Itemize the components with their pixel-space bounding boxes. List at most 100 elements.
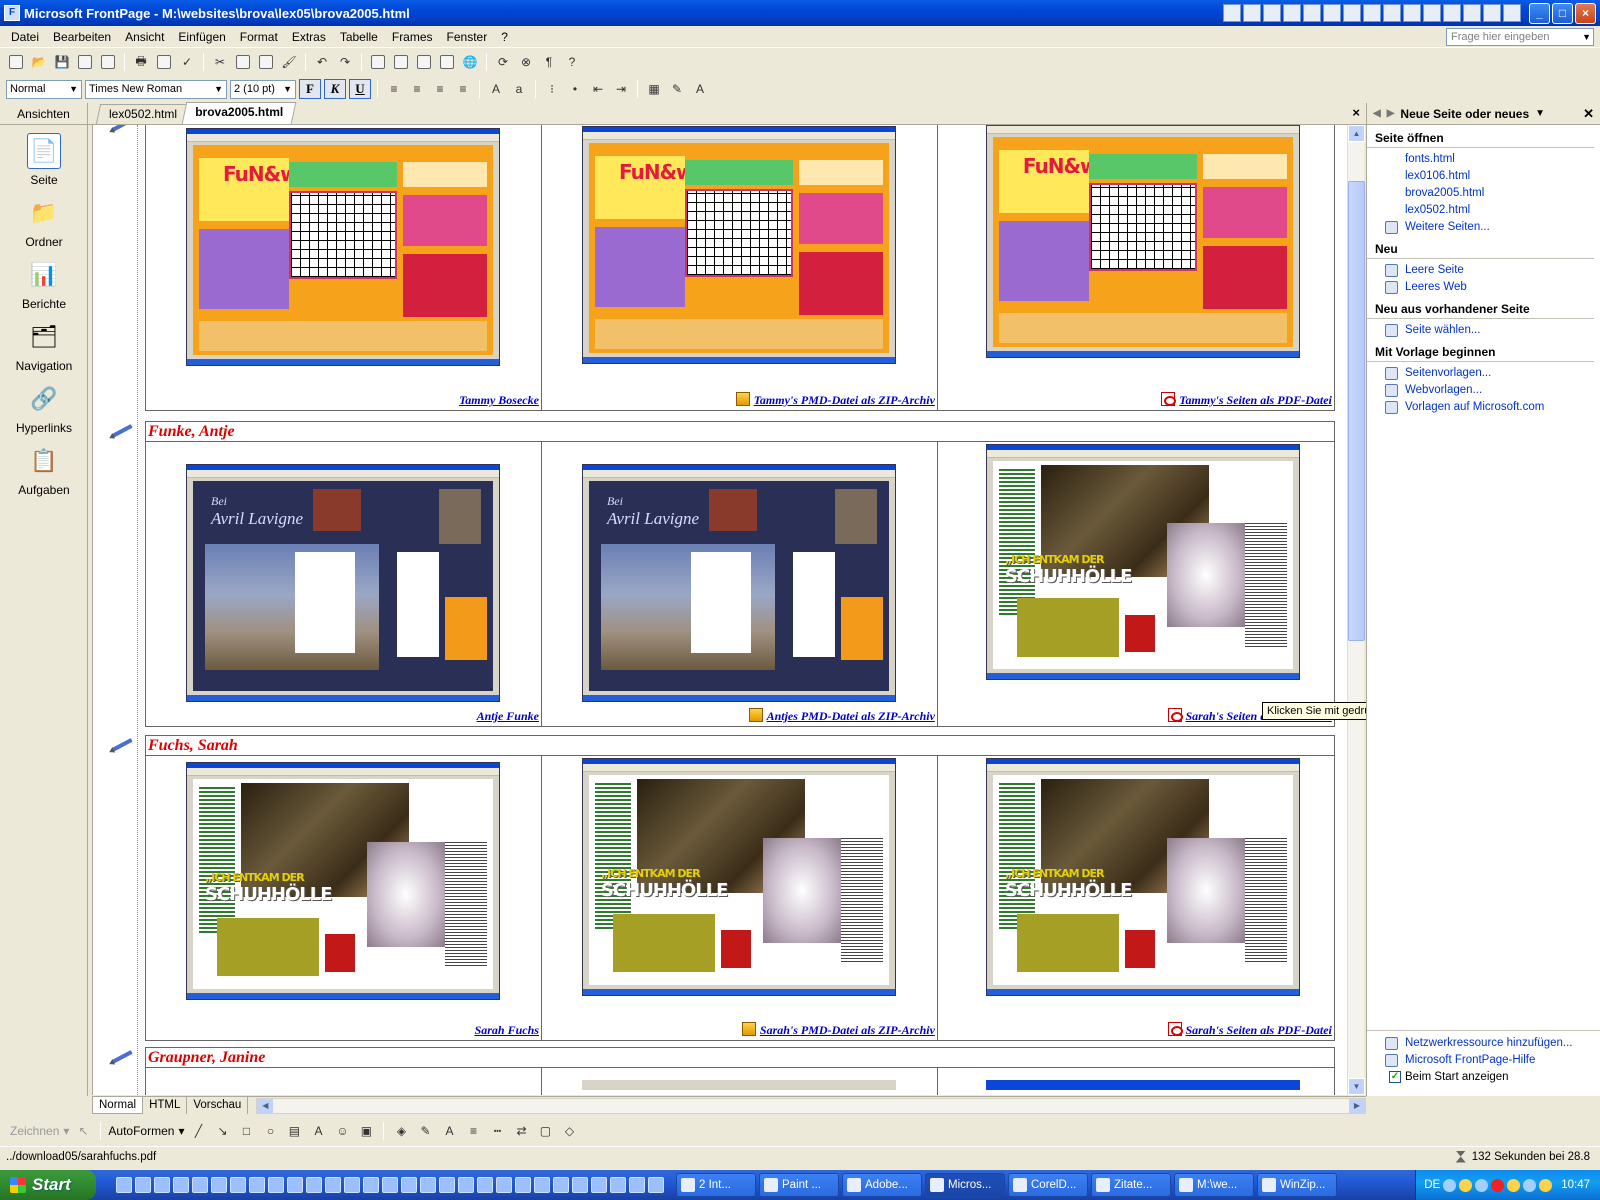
menu-help[interactable]: ? bbox=[494, 30, 515, 44]
select-objects-icon[interactable]: ↖ bbox=[73, 1121, 93, 1141]
bullets-icon[interactable]: • bbox=[565, 79, 585, 99]
increase-indent-icon[interactable]: ⇥ bbox=[611, 79, 631, 99]
pdf-download-link[interactable]: Sarah's Seiten als PDF-Datei bbox=[1167, 1022, 1332, 1038]
bold-button[interactable]: F bbox=[299, 79, 321, 99]
task-pane-link[interactable]: Seitenvorlagen... bbox=[1367, 365, 1600, 382]
scroll-up-icon[interactable]: ▲ bbox=[1348, 125, 1365, 142]
avril-thumbnail[interactable]: Bei Avril Lavigne bbox=[581, 464, 896, 702]
menu-bearbeiten[interactable]: Bearbeiten bbox=[46, 30, 118, 44]
frontpage-icon[interactable] bbox=[1503, 4, 1521, 22]
start-button[interactable]: Start bbox=[0, 1170, 96, 1200]
table-cell[interactable]: „ICH ENTKAM DER SCHUHHÖLLE Sarah's Seiten … bbox=[938, 756, 1334, 1040]
borders-icon[interactable]: ▦ bbox=[644, 79, 664, 99]
spelling-icon[interactable]: ✓ bbox=[177, 52, 197, 72]
table-cell[interactable]: FuN&wiN! Tammy's PMD-Datei als ZIP-Archiv bbox=[542, 125, 938, 410]
autoshapes-menu[interactable]: AutoFormen bbox=[108, 1124, 174, 1138]
antivirus-icon[interactable] bbox=[1491, 1178, 1505, 1192]
quicklaunch-icon[interactable] bbox=[572, 1177, 588, 1193]
taskbar-button[interactable]: Zitate... bbox=[1091, 1173, 1171, 1197]
scroll-right-icon[interactable]: ▶ bbox=[1349, 1098, 1365, 1113]
quicklaunch-icon[interactable] bbox=[211, 1177, 227, 1193]
task-pane-link[interactable]: Webvorlagen... bbox=[1367, 382, 1600, 399]
tab-brova2005[interactable]: brova2005.html bbox=[181, 102, 297, 124]
font-color-icon[interactable]: A bbox=[690, 79, 710, 99]
student-page-link[interactable]: Antje Funke bbox=[477, 709, 539, 724]
quicklaunch-icon[interactable] bbox=[363, 1177, 379, 1193]
font-select[interactable]: Times New Roman ▼ bbox=[85, 79, 227, 99]
view-seite[interactable]: 📄 Seite bbox=[0, 133, 88, 187]
schuhhoelle-thumbnail[interactable]: „ICH ENTKAM DER SCHUHHÖLLE bbox=[581, 758, 896, 996]
taskbar-button[interactable]: WinZip... bbox=[1257, 1173, 1337, 1197]
app-icon-1[interactable] bbox=[1223, 4, 1241, 22]
task-pane-link[interactable]: fonts.html bbox=[1367, 151, 1600, 168]
taskbar-button[interactable]: CorelD... bbox=[1008, 1173, 1088, 1197]
excel-icon[interactable] bbox=[1423, 4, 1441, 22]
task-pane-link[interactable]: Vorlagen auf Microsoft.com bbox=[1367, 399, 1600, 416]
wordart-icon[interactable]: A bbox=[308, 1121, 328, 1141]
paste-icon[interactable] bbox=[256, 52, 276, 72]
font-size-select[interactable]: 2 (10 pt) ▼ bbox=[230, 79, 296, 99]
table-cell[interactable]: „ICH ENTKAM DER SCHUHHÖLLE Sarah's PMD-Dat… bbox=[542, 756, 938, 1040]
new-page-icon[interactable] bbox=[6, 52, 26, 72]
chevron-down-icon[interactable]: ▾ bbox=[178, 1124, 184, 1138]
word-icon[interactable] bbox=[1403, 4, 1421, 22]
edit-pencil-icon[interactable] bbox=[109, 739, 135, 751]
textbox-icon[interactable]: ▤ bbox=[284, 1121, 304, 1141]
funwin-thumbnail[interactable]: FuN&wiN! bbox=[581, 126, 896, 364]
dash-style-icon[interactable]: ┅ bbox=[487, 1121, 507, 1141]
table-cell[interactable]: „ICH ENTKAM DER SCHUHHÖLLE Sarah's Seiten … bbox=[938, 442, 1334, 726]
menu-tabelle[interactable]: Tabelle bbox=[333, 30, 385, 44]
quicklaunch-icon[interactable] bbox=[515, 1177, 531, 1193]
close-button[interactable]: × bbox=[1575, 2, 1596, 24]
quicklaunch-icon[interactable] bbox=[420, 1177, 436, 1193]
chevron-down-icon[interactable]: ▼ bbox=[214, 81, 223, 98]
clipart-icon[interactable]: ☺ bbox=[332, 1121, 352, 1141]
highlight-icon[interactable]: ✎ bbox=[667, 79, 687, 99]
justify-icon[interactable]: ≡ bbox=[453, 79, 473, 99]
tray-icon[interactable] bbox=[1507, 1178, 1521, 1192]
app-icon-3[interactable] bbox=[1263, 4, 1281, 22]
ie-icon[interactable] bbox=[135, 1177, 151, 1193]
zip-download-link[interactable]: Sarah's PMD-Datei als ZIP-Archiv bbox=[741, 1022, 935, 1038]
avril-thumbnail[interactable]: Bei Avril Lavigne bbox=[186, 464, 500, 702]
task-pane-link[interactable]: Leere Seite bbox=[1367, 262, 1600, 279]
student-page-link[interactable]: Sarah Fuchs bbox=[475, 1023, 539, 1038]
forward-icon[interactable]: ▶ bbox=[1387, 108, 1395, 119]
font-color-icon[interactable]: A bbox=[439, 1121, 459, 1141]
quicklaunch-icon[interactable] bbox=[173, 1177, 189, 1193]
refresh-icon[interactable]: ⟳ bbox=[493, 52, 513, 72]
quicklaunch-icon[interactable] bbox=[249, 1177, 265, 1193]
taskbar-button[interactable]: M:\we... bbox=[1174, 1173, 1254, 1197]
undo-icon[interactable]: ↶ bbox=[312, 52, 332, 72]
menu-extras[interactable]: Extras bbox=[285, 30, 333, 44]
menu-datei[interactable]: Datei bbox=[4, 30, 46, 44]
align-left-icon[interactable]: ≡ bbox=[384, 79, 404, 99]
arrow-icon[interactable]: ↘ bbox=[212, 1121, 232, 1141]
quicklaunch-icon[interactable] bbox=[553, 1177, 569, 1193]
tab-html[interactable]: HTML bbox=[143, 1097, 188, 1114]
funwin-thumbnail[interactable]: FuN&wiN! bbox=[186, 128, 500, 366]
quicklaunch-icon[interactable] bbox=[439, 1177, 455, 1193]
tab-vorschau[interactable]: Vorschau bbox=[187, 1097, 249, 1114]
underline-button[interactable]: U bbox=[349, 79, 371, 99]
align-right-icon[interactable]: ≡ bbox=[430, 79, 450, 99]
editor-vertical-scrollbar[interactable]: ▲ ▼ bbox=[1347, 125, 1365, 1095]
scroll-left-icon[interactable]: ◀ bbox=[257, 1098, 274, 1113]
show-all-icon[interactable]: ¶ bbox=[539, 52, 559, 72]
3d-icon[interactable]: ◇ bbox=[559, 1121, 579, 1141]
taskbar-button[interactable]: 2 Int... bbox=[676, 1173, 756, 1197]
frontpage-app-icon[interactable]: F bbox=[4, 5, 20, 21]
stop-icon[interactable]: ⊗ bbox=[516, 52, 536, 72]
close-task-pane-icon[interactable]: ✕ bbox=[1583, 106, 1594, 122]
edit-pencil-icon[interactable] bbox=[109, 1051, 135, 1063]
quicklaunch-icon[interactable] bbox=[496, 1177, 512, 1193]
page-editor[interactable]: FuN&wiN! Tammy Bosecke FuN&wiN! Tammy's PMD… bbox=[92, 125, 1347, 1095]
decrease-indent-icon[interactable]: ⇤ bbox=[588, 79, 608, 99]
arrow-style-icon[interactable]: ⇄ bbox=[511, 1121, 531, 1141]
show-at-startup-checkbox[interactable]: ✓ Beim Start anzeigen bbox=[1367, 1069, 1600, 1086]
add-network-resource-link[interactable]: Netzwerkressource hinzufügen... bbox=[1367, 1035, 1600, 1052]
menu-fenster[interactable]: Fenster bbox=[440, 30, 495, 44]
menu-frames[interactable]: Frames bbox=[385, 30, 440, 44]
task-pane-link[interactable]: lex0106.html bbox=[1367, 168, 1600, 185]
editor-horizontal-scrollbar[interactable]: ◀ ▶ bbox=[256, 1097, 1366, 1114]
